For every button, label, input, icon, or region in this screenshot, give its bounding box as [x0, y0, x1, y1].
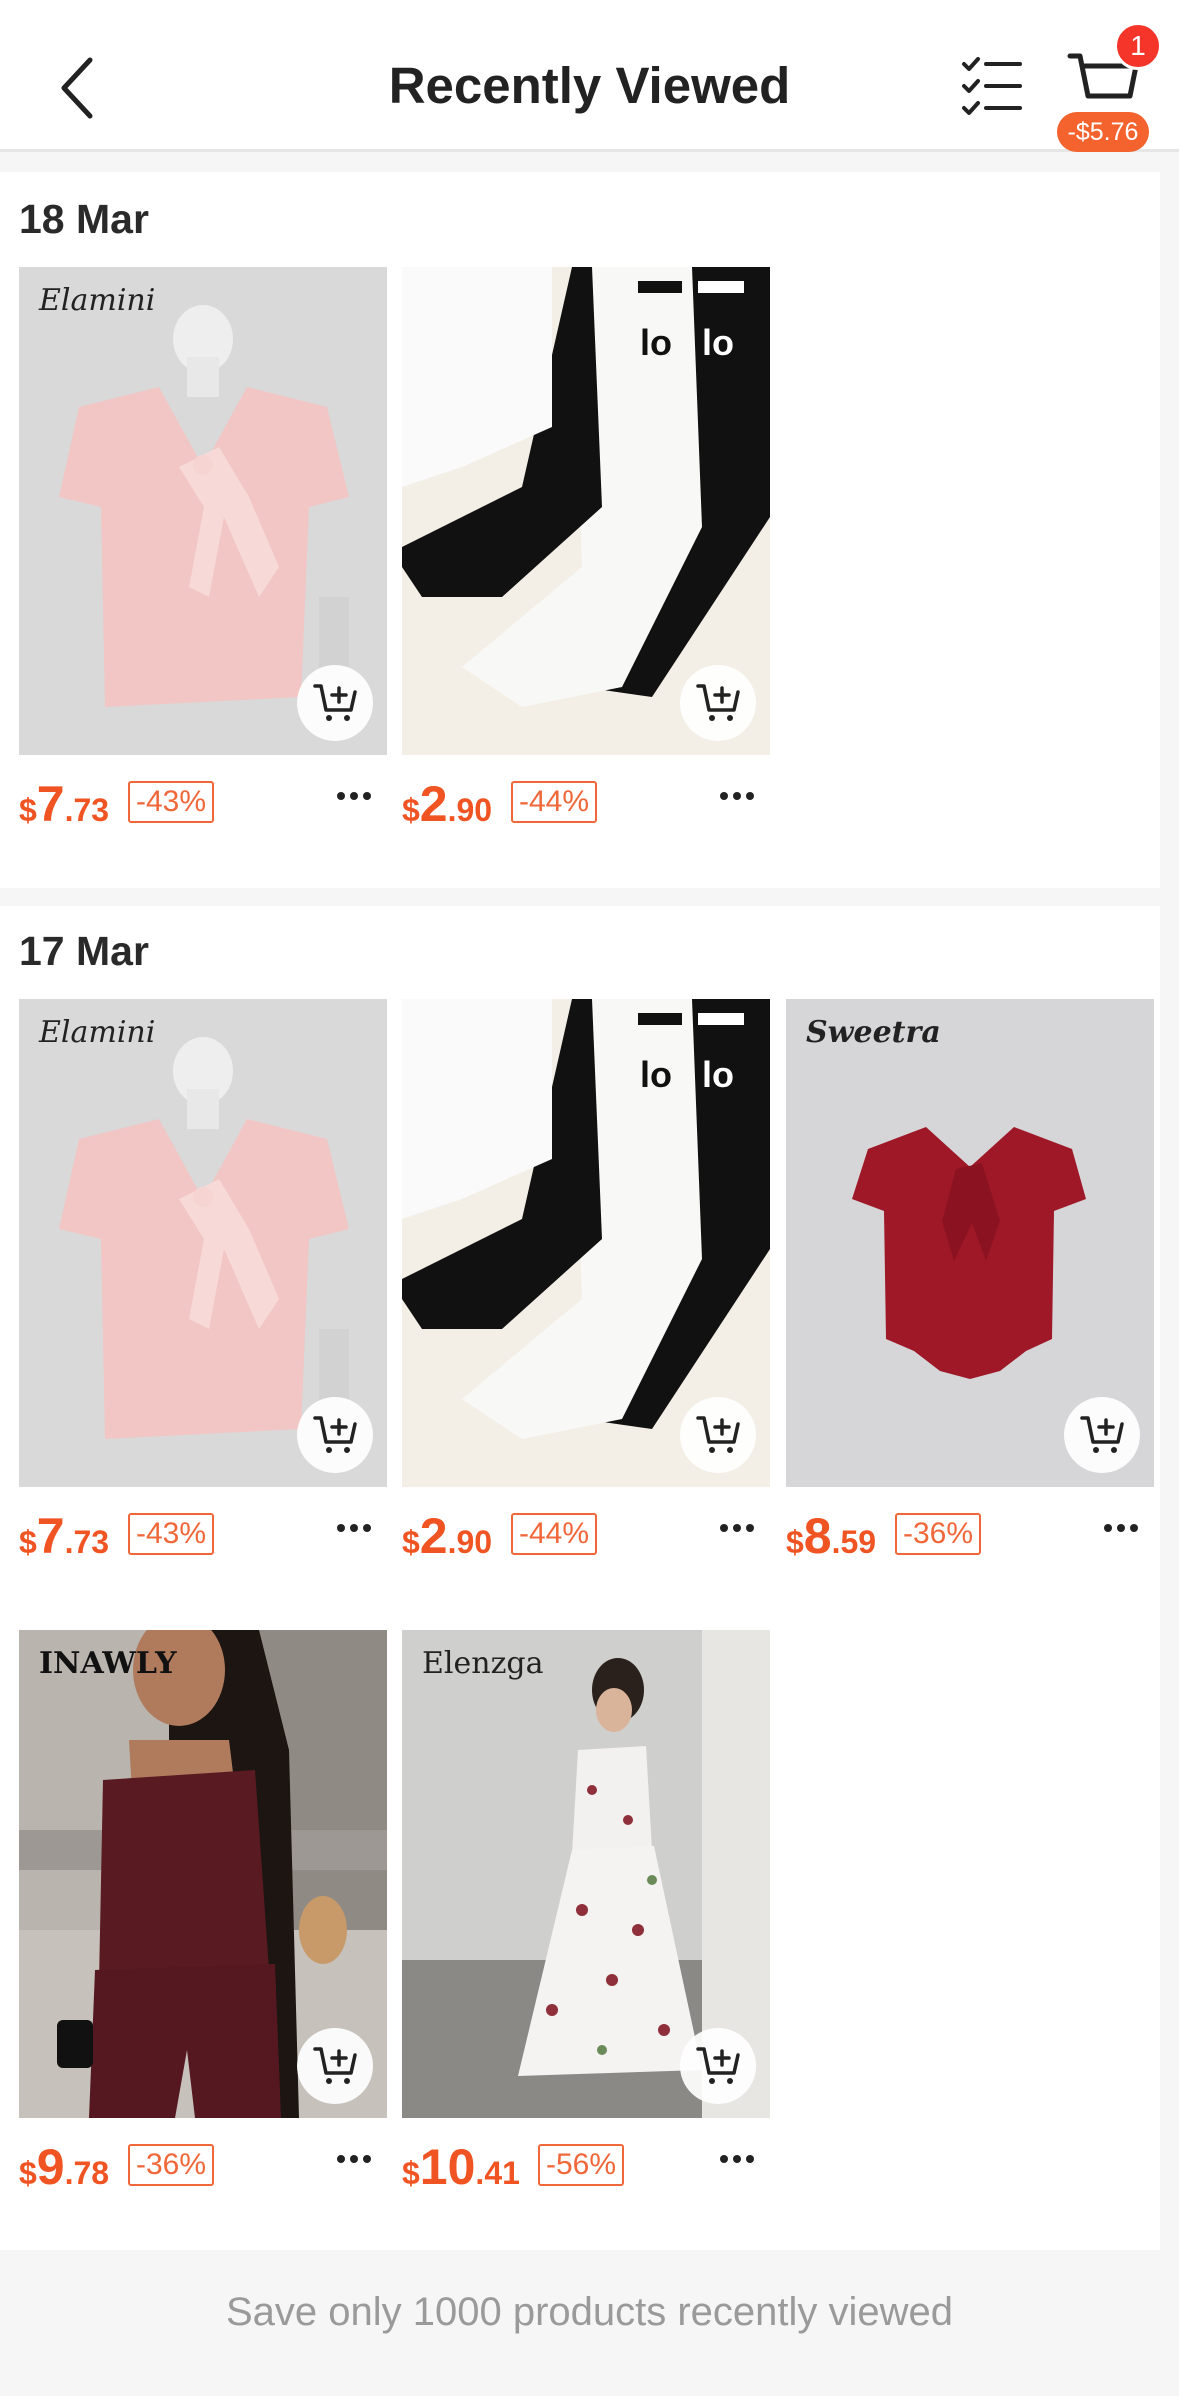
top-bar: Recently Viewed 1 -$5.76 [0, 0, 1179, 152]
brand-logo: Elamini [39, 1015, 156, 1050]
more-icon [720, 1519, 759, 1536]
date-group-18-mar: 18 Mar Elamini $7.73 -43% lo lo $2.90 -4… [0, 172, 1160, 888]
svg-text:lo: lo [702, 1054, 734, 1095]
add-to-cart-button[interactable] [297, 1397, 373, 1473]
product-image-floral-dress[interactable]: Elenzga [402, 1630, 770, 2118]
brand-logo: Elenzga [422, 1646, 544, 1681]
brand-logo: Elamini [39, 283, 156, 318]
manage-list-button[interactable] [956, 52, 1026, 122]
product-image-socks[interactable]: lo lo [402, 267, 770, 755]
discount-badge: -36% [895, 1513, 982, 1555]
price: $7.73 [19, 776, 110, 832]
discount-badge: -56% [538, 2144, 625, 2186]
product-image-red-top[interactable]: Sweetra [786, 999, 1154, 1487]
product-image-pink-top[interactable]: Elamini [19, 267, 387, 755]
add-to-cart-icon [313, 2047, 357, 2084]
brand-logo: Sweetra [806, 1015, 941, 1050]
add-to-cart-button[interactable] [680, 1397, 756, 1473]
price: $2.90 [402, 776, 493, 832]
more-icon [337, 2150, 376, 2167]
product-card[interactable]: lo lo $2.90 -44% [402, 267, 770, 847]
add-to-cart-icon [696, 2047, 740, 2084]
more-options-button[interactable] [337, 787, 377, 807]
add-to-cart-button[interactable] [680, 665, 756, 741]
date-heading: 18 Mar [19, 196, 149, 242]
product-card[interactable]: Elenzga $10.41 -56% [402, 1630, 770, 2210]
discount-badge: -43% [128, 781, 215, 823]
product-card[interactable]: INAWLY $9.78 -36% [19, 1630, 387, 2210]
history-limit-note: Save only 1000 products recently viewed [225, 2290, 954, 2334]
brand-logo: INAWLY [39, 1646, 177, 1681]
add-to-cart-button[interactable] [297, 2028, 373, 2104]
more-options-button[interactable] [337, 2150, 377, 2170]
cart-discount-pill: -$5.76 [1057, 112, 1149, 152]
more-options-button[interactable] [720, 2150, 760, 2170]
product-card[interactable]: Elamini $7.73 -43% [19, 999, 387, 1579]
more-icon [337, 1519, 376, 1536]
discount-badge: -43% [128, 1513, 215, 1555]
discount-badge: -44% [511, 781, 598, 823]
more-options-button[interactable] [337, 1519, 377, 1539]
more-options-button[interactable] [720, 1519, 760, 1539]
date-group-17-mar: 17 Mar Elamini $7.73 -43% lo lo $2.90 -4… [0, 906, 1160, 2250]
product-image-burgundy-set[interactable]: INAWLY [19, 1630, 387, 2118]
add-to-cart-button[interactable] [1064, 1397, 1140, 1473]
product-card[interactable]: Elamini $7.73 -43% [19, 267, 387, 847]
svg-text:lo: lo [702, 322, 734, 363]
more-options-button[interactable] [1104, 1519, 1144, 1539]
date-heading: 17 Mar [19, 928, 149, 974]
discount-badge: -36% [128, 2144, 215, 2186]
more-icon [720, 787, 759, 804]
svg-text:lo: lo [640, 322, 672, 363]
more-options-button[interactable] [720, 787, 760, 807]
add-to-cart-icon [696, 1416, 740, 1453]
price: $8.59 [786, 1508, 877, 1564]
more-icon [337, 787, 376, 804]
add-to-cart-button[interactable] [680, 2028, 756, 2104]
product-image-socks[interactable]: lo lo [402, 999, 770, 1487]
discount-badge: -44% [511, 1513, 598, 1555]
price: $9.78 [19, 2139, 110, 2195]
add-to-cart-icon [1080, 1416, 1124, 1453]
price: $7.73 [19, 1508, 110, 1564]
svg-text:lo: lo [640, 1054, 672, 1095]
product-card[interactable]: lo lo $2.90 -44% [402, 999, 770, 1579]
checklist-icon [962, 57, 1022, 115]
add-to-cart-icon [313, 1416, 357, 1453]
product-card[interactable]: Sweetra $8.59 -36% [786, 999, 1154, 1579]
cart-count-badge: 1 [1114, 22, 1162, 70]
more-icon [1104, 1519, 1143, 1536]
product-image-pink-top[interactable]: Elamini [19, 999, 387, 1487]
price: $10.41 [402, 2139, 520, 2195]
price: $2.90 [402, 1508, 493, 1564]
more-icon [720, 2150, 759, 2167]
add-to-cart-button[interactable] [297, 665, 373, 741]
add-to-cart-icon [313, 684, 357, 721]
add-to-cart-icon [696, 684, 740, 721]
